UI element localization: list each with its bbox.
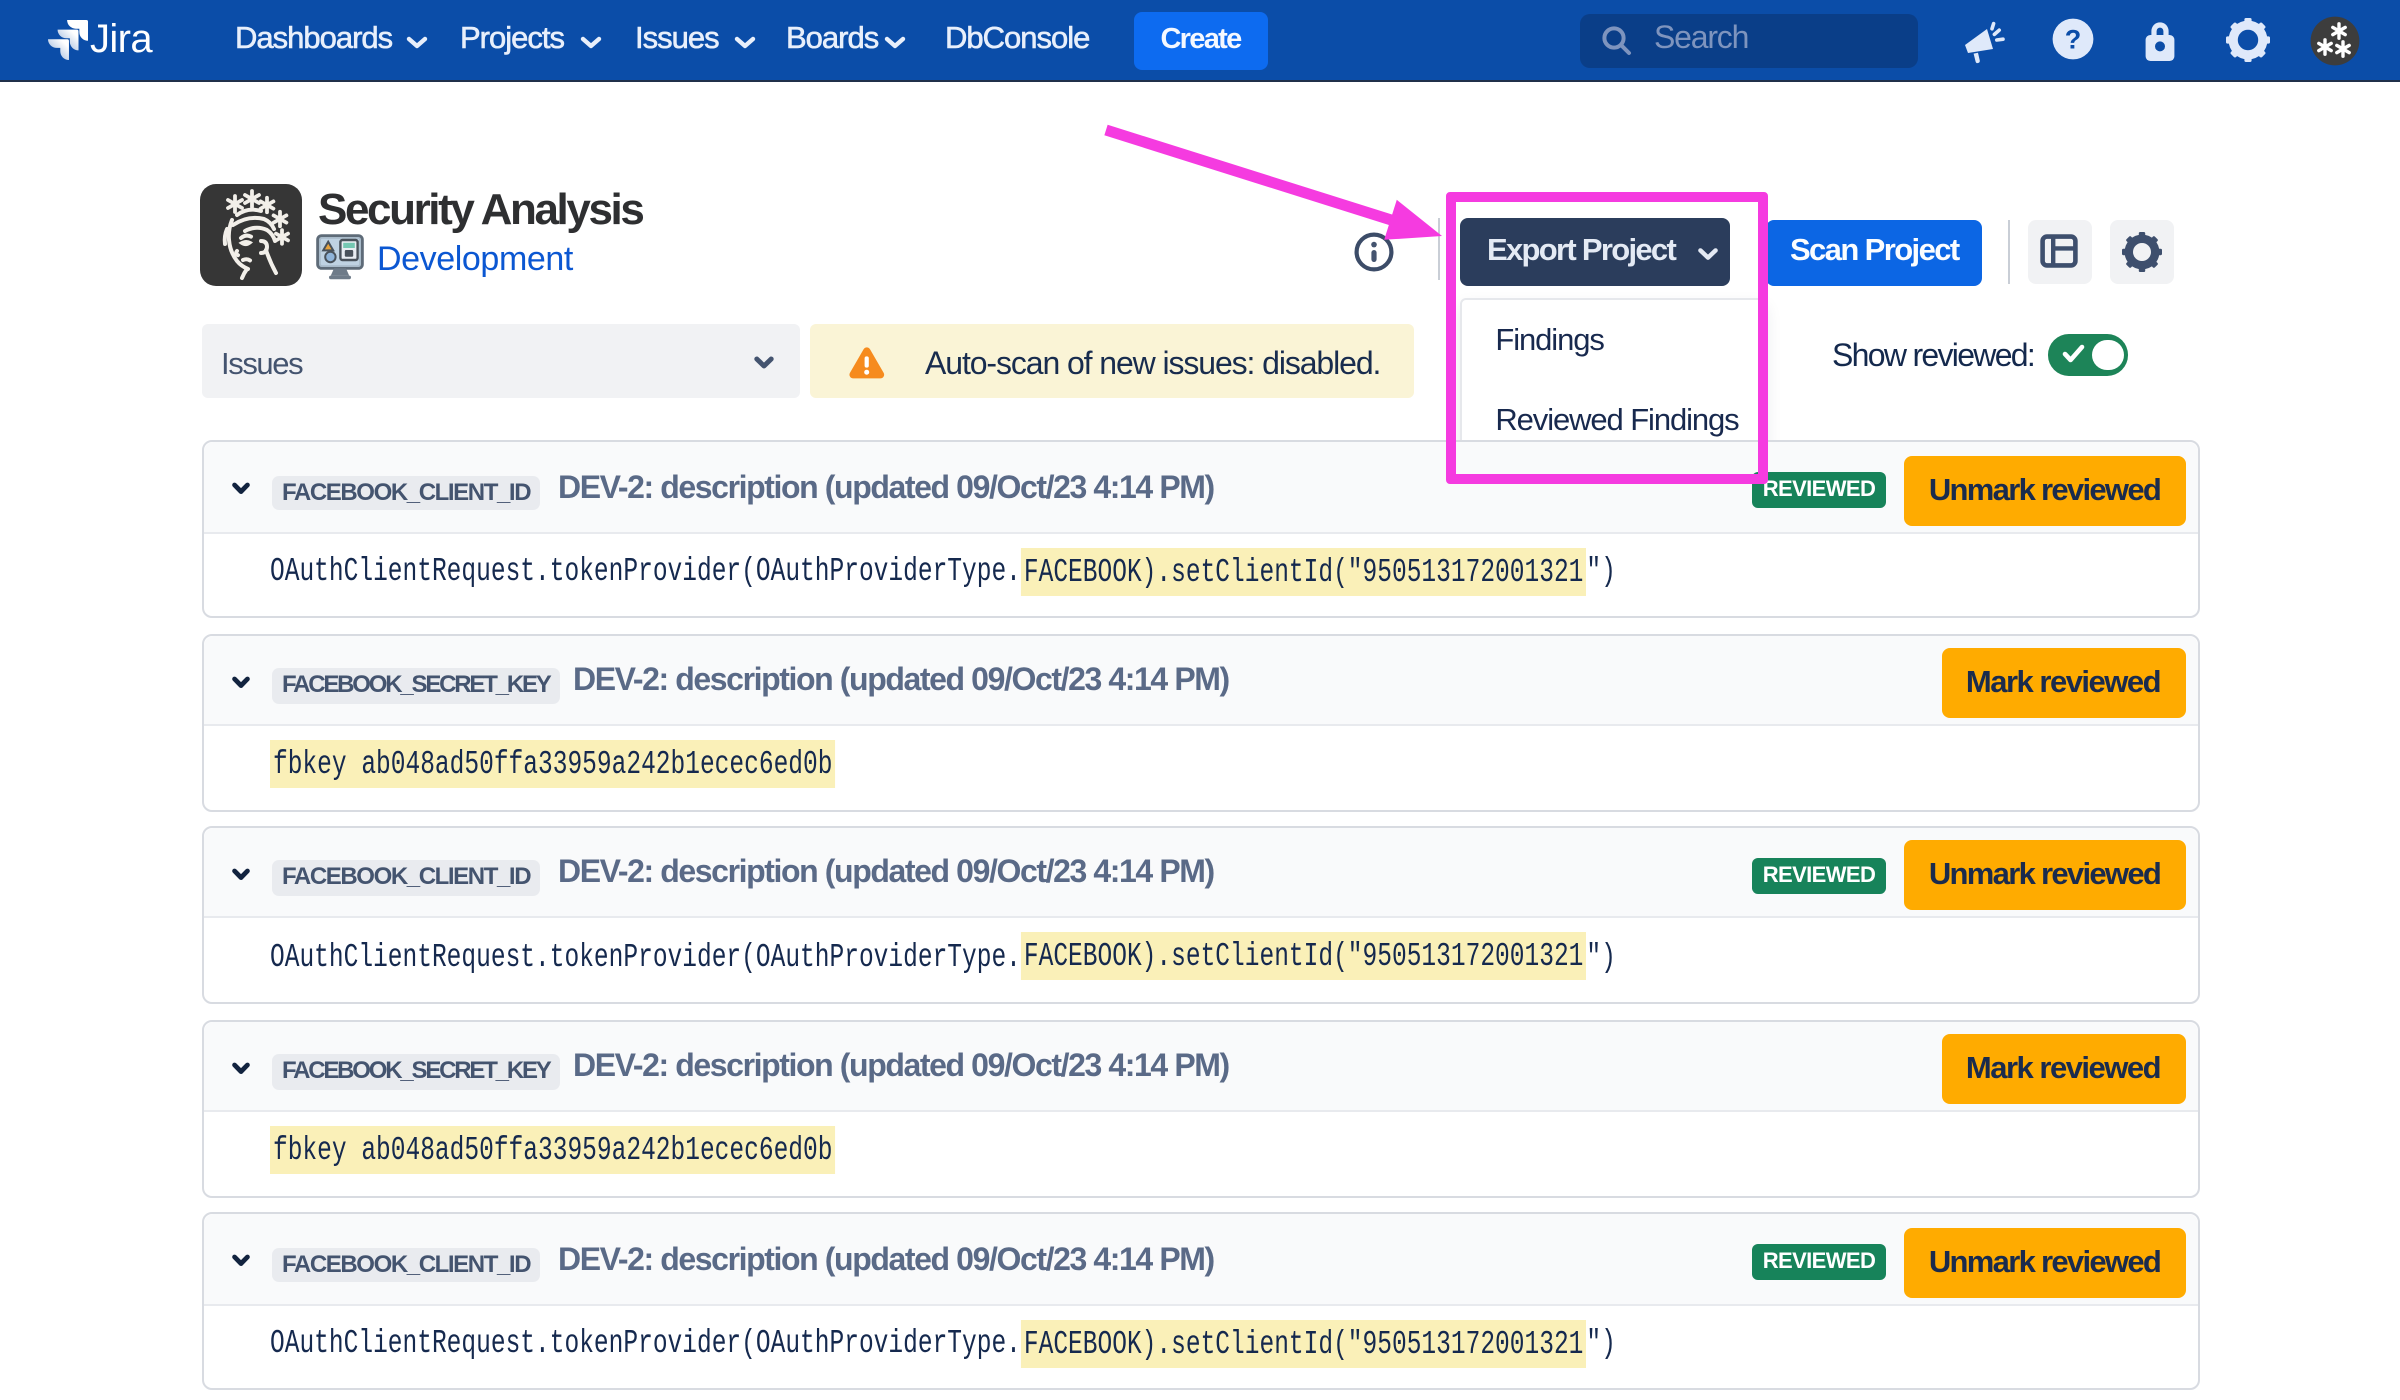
svg-text:?: ?	[2065, 25, 2082, 55]
